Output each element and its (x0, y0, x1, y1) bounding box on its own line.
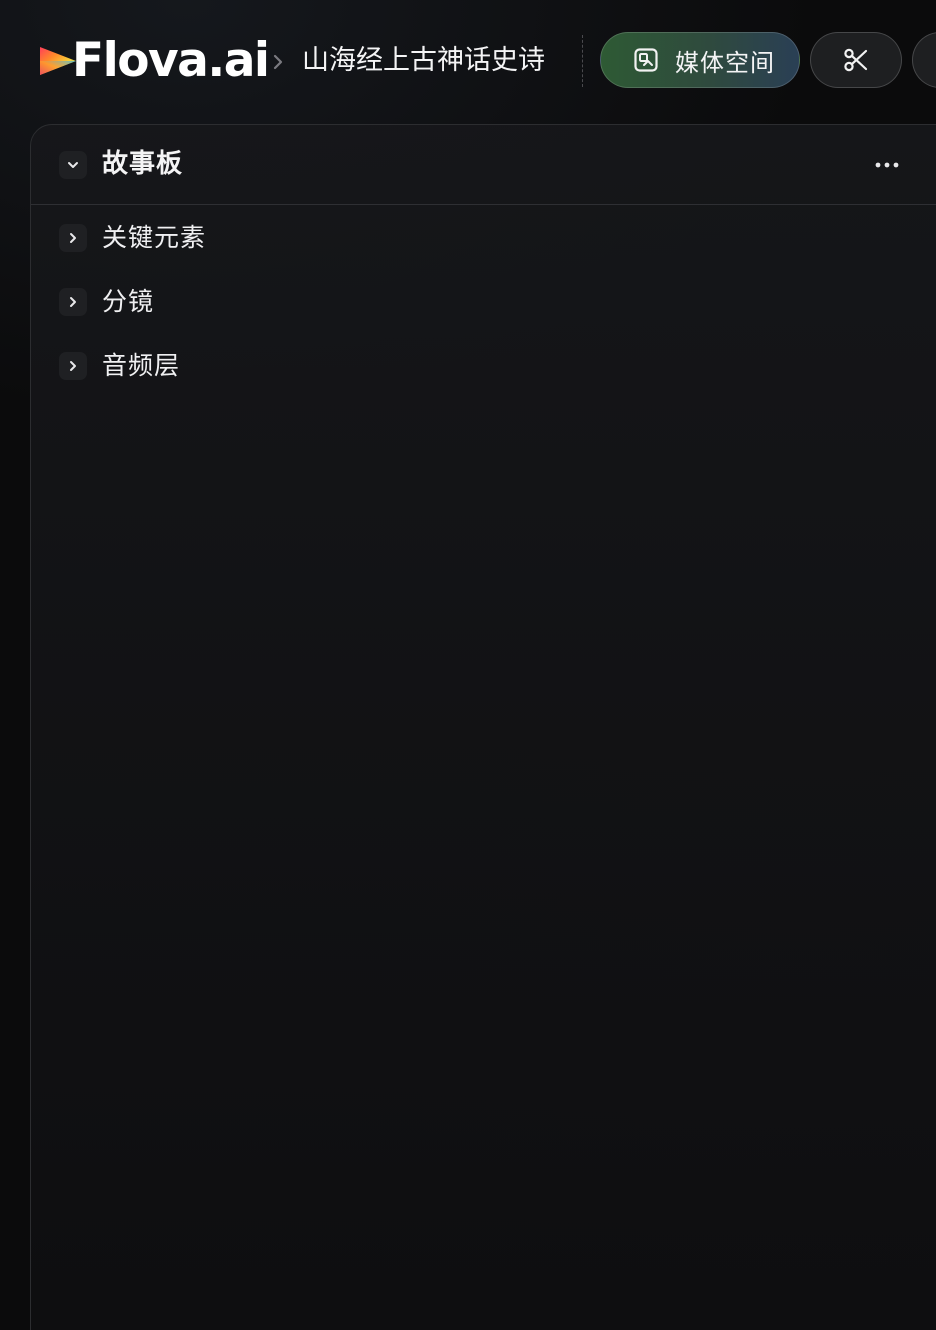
storyboard-panel-header[interactable]: 故事板 (31, 125, 936, 205)
storyboard-panel: 故事板 关键元素 分镜 音频层 (30, 124, 936, 1330)
tree-item-label: 分镜 (102, 287, 155, 316)
chevron-right-icon (273, 54, 283, 70)
collapse-storyboard-toggle[interactable] (59, 151, 87, 179)
expand-audio-layer-toggle[interactable] (59, 352, 87, 380)
tree-item-label: 关键元素 (102, 223, 207, 252)
chevron-right-icon (70, 297, 76, 307)
tree-item-audio-layer[interactable]: 音频层 (31, 338, 931, 394)
expand-shots-toggle[interactable] (59, 288, 87, 316)
app-window: Flova.ai 山海经上古神话史诗 媒体空间 故事板 关键元素 分镜 音频层 (0, 0, 936, 1330)
toolbar-divider (582, 35, 583, 87)
expand-key-elements-toggle[interactable] (59, 224, 87, 252)
media-space-button[interactable]: 媒体空间 (600, 32, 800, 88)
scissors-icon (844, 48, 868, 72)
media-space-label: 媒体空间 (675, 48, 775, 77)
tree-item-label: 音频层 (102, 351, 181, 380)
storyboard-title: 故事板 (102, 149, 184, 179)
chevron-right-icon (70, 361, 76, 371)
image-frame-icon (634, 48, 658, 72)
cut-button[interactable] (810, 32, 902, 88)
project-title[interactable]: 山海经上古神话史诗 (302, 42, 545, 80)
top-bar: Flova.ai 山海经上古神话史诗 媒体空间 (0, 0, 936, 120)
chevron-down-icon (68, 162, 78, 168)
chevron-right-icon (70, 233, 76, 243)
more-horizontal-icon (875, 162, 899, 168)
storyboard-more-button[interactable] (869, 149, 905, 181)
tree-item-shots[interactable]: 分镜 (31, 274, 931, 330)
tree-item-key-elements[interactable]: 关键元素 (31, 210, 931, 266)
brand-logo[interactable]: Flova.ai (38, 33, 270, 88)
toolbar-next-button[interactable] (912, 32, 936, 88)
brand-name: Flova.ai (72, 33, 270, 88)
